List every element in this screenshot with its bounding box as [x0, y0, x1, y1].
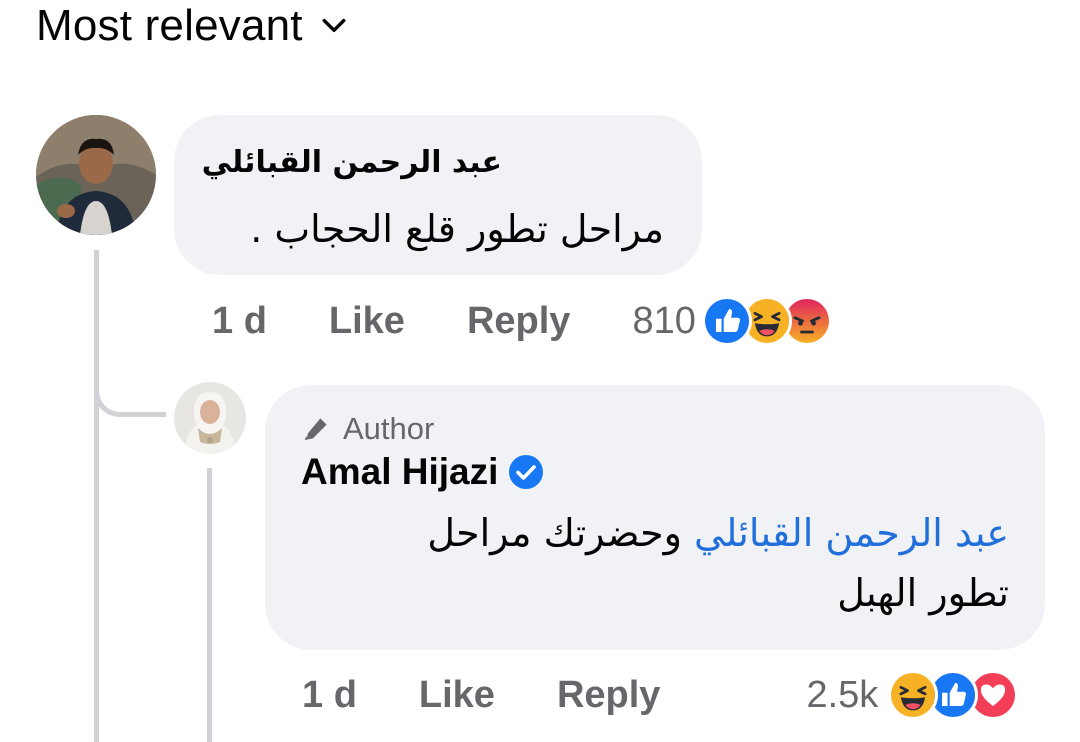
reply-author-name[interactable]: Amal Hijazi — [301, 451, 498, 493]
author-badge-label: Author — [343, 411, 435, 446]
reply-actions: 1 d Like Reply 2.5k — [302, 668, 1019, 722]
reply-bubble[interactable]: Author Amal Hijazi عبد الرحمن القبائلي و… — [265, 385, 1045, 650]
comment-actions: 1 d Like Reply 810 — [212, 296, 832, 346]
like-reaction-icon — [701, 296, 752, 346]
pencil-icon — [301, 414, 331, 444]
haha-reaction-icon — [888, 670, 939, 720]
like-button[interactable]: Like — [419, 674, 495, 717]
comment-text: مراحل تطور قلع الحجاب . — [250, 207, 664, 251]
thread-connector — [94, 365, 166, 417]
reply-timestamp[interactable]: 1 d — [302, 674, 357, 717]
author-avatar[interactable] — [174, 382, 246, 454]
reaction-count[interactable]: 810 — [632, 300, 695, 343]
reaction-count[interactable]: 2.5k — [806, 674, 878, 717]
author-badge: Author — [301, 411, 434, 447]
reaction-icons[interactable] — [888, 670, 1019, 720]
reply-button[interactable]: Reply — [467, 300, 570, 343]
reply-text: عبد الرحمن القبائلي وحضرتك مراحل تطور ال… — [369, 503, 1009, 623]
thread-line-main — [94, 250, 99, 742]
thread-line-reply — [207, 468, 212, 742]
comment-author-name[interactable]: عبد الرحمن القبائلي — [202, 145, 502, 180]
verified-badge-icon — [508, 454, 544, 490]
chevron-down-icon — [321, 13, 347, 39]
comment-timestamp[interactable]: 1 d — [212, 300, 267, 343]
reaction-icons[interactable] — [701, 296, 832, 346]
comment-bubble[interactable]: عبد الرحمن القبائلي مراحل تطور قلع الحجا… — [174, 115, 702, 275]
reply-button[interactable]: Reply — [557, 674, 660, 717]
sort-dropdown[interactable]: Most relevant — [36, 0, 347, 52]
like-button[interactable]: Like — [329, 300, 405, 343]
mention-link[interactable]: عبد الرحمن القبائلي — [694, 511, 1009, 555]
reply-author-row: Amal Hijazi — [301, 451, 544, 493]
sort-label: Most relevant — [36, 1, 303, 50]
avatar[interactable] — [36, 115, 156, 235]
